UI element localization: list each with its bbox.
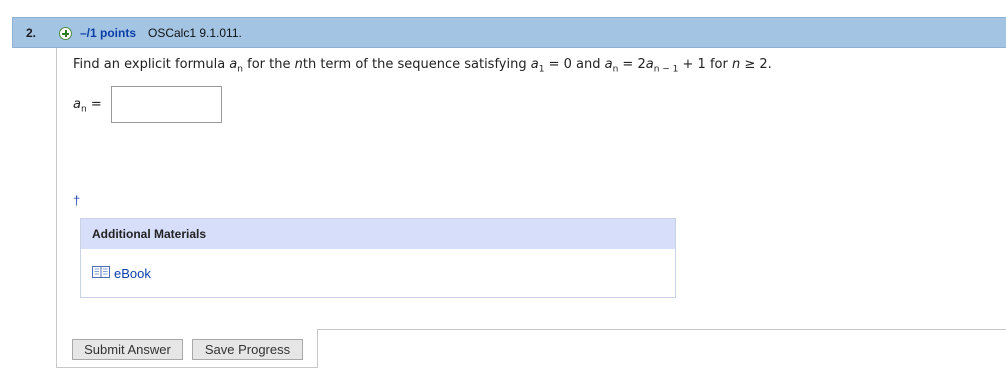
question-box-border bbox=[56, 367, 318, 368]
math-var: a bbox=[645, 57, 654, 72]
math-sub: n − 1 bbox=[653, 64, 679, 75]
question-box-border bbox=[317, 329, 318, 368]
math-var: a bbox=[604, 57, 613, 72]
prompt-text: for the bbox=[242, 57, 295, 72]
prompt-text: = 0 and bbox=[544, 57, 605, 72]
math-var: a bbox=[73, 97, 81, 112]
question-source: OSCalc1 9.1.011. bbox=[148, 26, 242, 40]
equals-sign: = bbox=[86, 97, 102, 112]
answer-input[interactable] bbox=[111, 86, 222, 123]
question-prompt: Find an explicit formula an for the nth … bbox=[73, 57, 772, 75]
prompt-text: Find an explicit formula bbox=[73, 57, 230, 72]
question-box-border bbox=[317, 329, 1006, 330]
additional-materials-title: Additional Materials bbox=[92, 227, 207, 241]
additional-materials-header: Additional Materials bbox=[81, 219, 675, 249]
prompt-text: ≥ 2. bbox=[740, 57, 772, 72]
math-var: a bbox=[530, 57, 539, 72]
additional-materials-panel: Additional Materials eBook bbox=[80, 218, 676, 298]
question-header: 2. –/1 points OSCalc1 9.1.011. bbox=[12, 17, 1006, 48]
math-var: n bbox=[294, 57, 303, 72]
dagger-marker: † bbox=[73, 193, 81, 208]
prompt-text: + 1 for bbox=[678, 57, 732, 72]
expand-plus-icon[interactable] bbox=[59, 27, 72, 40]
answer-label: an = bbox=[73, 97, 102, 115]
prompt-text: th term of the sequence satisfying bbox=[302, 57, 531, 72]
save-progress-button[interactable]: Save Progress bbox=[192, 339, 303, 360]
submit-answer-button[interactable]: Submit Answer bbox=[72, 339, 183, 360]
question-number: 2. bbox=[26, 26, 37, 40]
ebook-link[interactable]: eBook bbox=[114, 266, 151, 281]
math-var: n bbox=[731, 57, 741, 72]
book-icon[interactable] bbox=[92, 265, 110, 279]
question-box-border bbox=[56, 48, 57, 367]
prompt-text: = 2 bbox=[618, 57, 646, 72]
points-link[interactable]: –/1 points bbox=[80, 26, 136, 40]
